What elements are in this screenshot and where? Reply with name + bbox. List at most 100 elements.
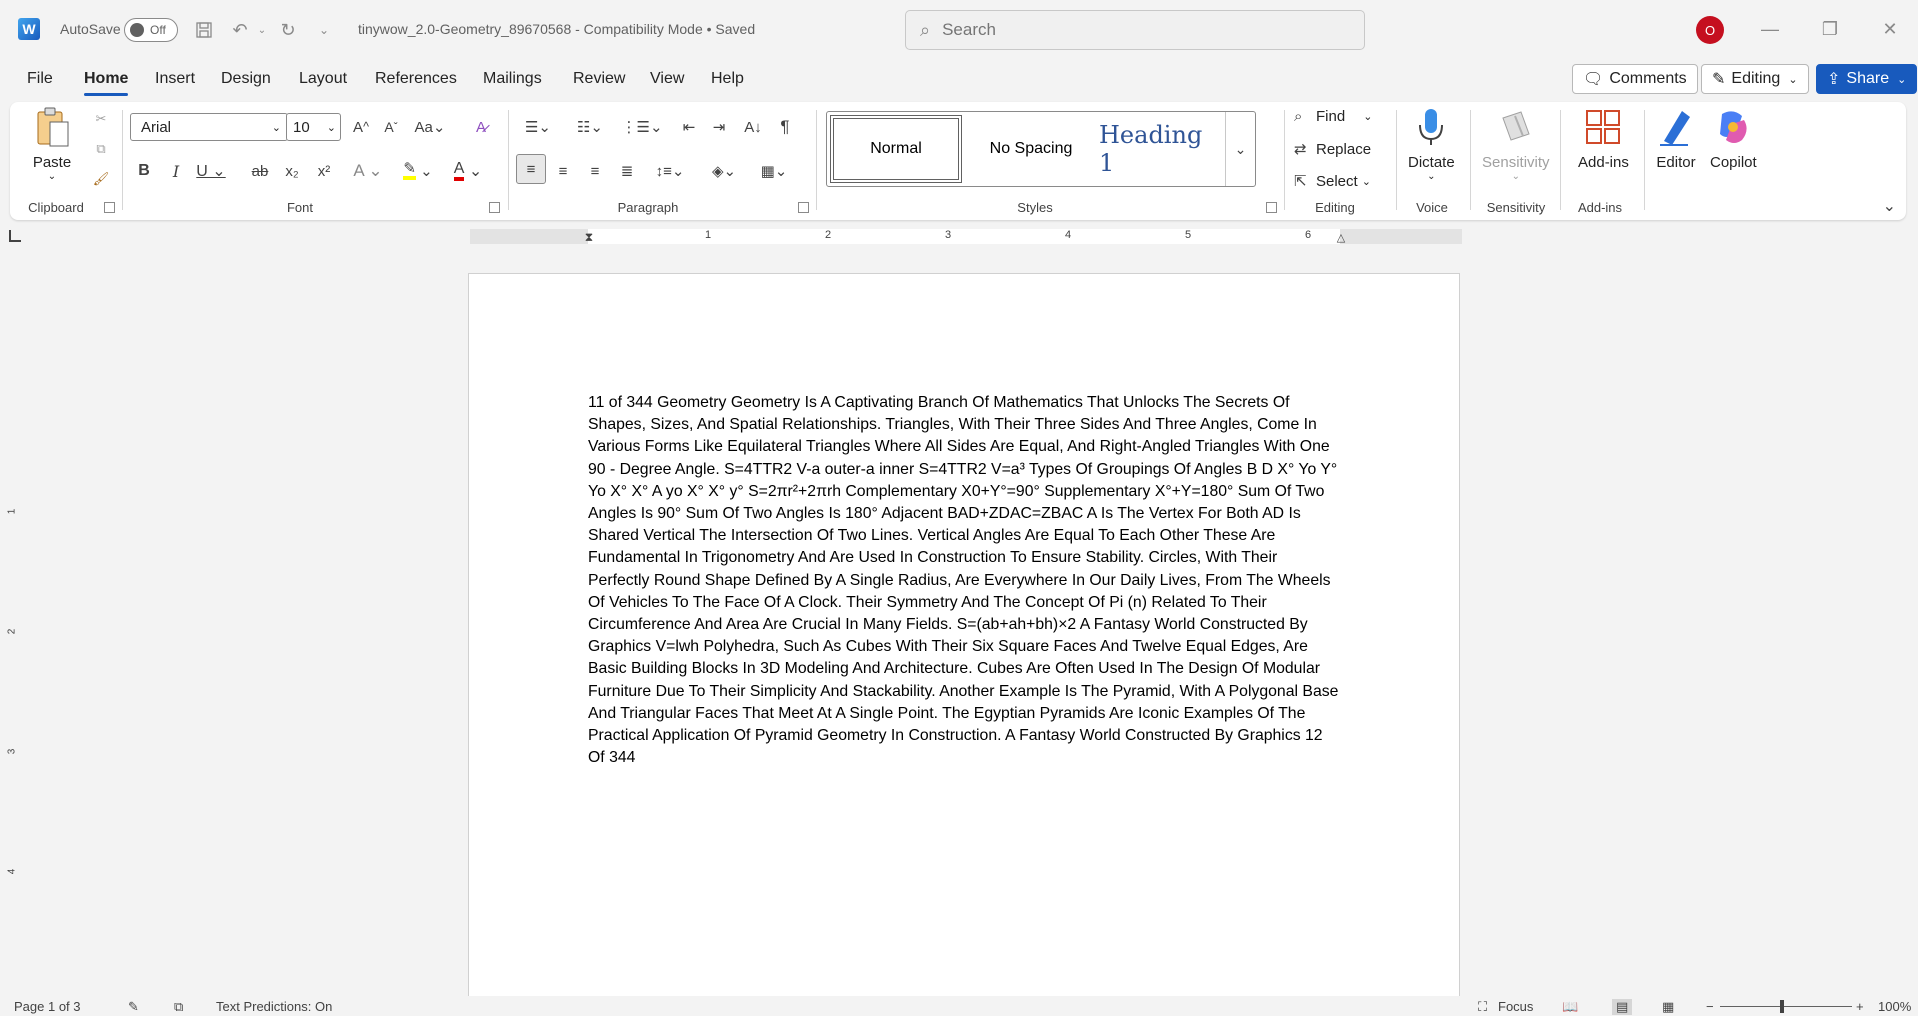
copilot-button[interactable]: Copilot <box>1710 106 1757 171</box>
format-painter-icon[interactable]: 🖌 <box>88 166 114 192</box>
indent-marker-icon[interactable]: ⧗ <box>582 225 596 249</box>
right-indent-marker-icon[interactable]: △ <box>1334 229 1348 245</box>
font-name-dropdown[interactable]: Arial ⌄ <box>130 113 288 141</box>
tab-layout[interactable]: Layout <box>299 70 347 88</box>
change-case-icon[interactable]: Aa⌄ <box>412 114 448 140</box>
superscript-icon[interactable]: x² <box>312 158 336 184</box>
avatar[interactable]: O <box>1696 16 1724 44</box>
line-spacing-icon[interactable]: ↕≡⌄ <box>650 158 690 184</box>
style-heading-1[interactable]: Heading 1 <box>1099 115 1225 183</box>
highlight-color-icon[interactable]: ✎ ⌄ <box>398 158 438 184</box>
word-count-icon[interactable]: ✎ <box>128 999 139 1015</box>
focus-label[interactable]: Focus <box>1498 999 1533 1014</box>
undo-dropdown-icon[interactable]: ⌄ <box>250 18 274 42</box>
bold-icon[interactable]: B <box>132 158 156 184</box>
text-effects-icon[interactable]: A ⌄ <box>350 158 386 184</box>
shading-icon[interactable]: ◈⌄ <box>704 158 744 184</box>
clipboard-launcher-icon[interactable] <box>104 202 115 213</box>
grow-font-icon[interactable]: A ^ <box>348 114 374 140</box>
cut-icon[interactable]: ✂ <box>88 106 114 132</box>
sort-icon[interactable]: A↓ <box>740 114 766 140</box>
shrink-font-icon[interactable]: Aˇ <box>378 114 404 140</box>
find-button[interactable]: ⌕ Find ⌄ <box>1294 108 1372 125</box>
tab-references[interactable]: References <box>375 70 457 88</box>
restore-icon[interactable]: ❐ <box>1810 14 1850 44</box>
search-input[interactable] <box>942 20 1323 40</box>
editing-mode-button[interactable]: ✎ Editing ⌄ <box>1701 64 1809 94</box>
underline-icon[interactable]: U ⌄ <box>196 158 226 184</box>
style-normal[interactable]: Normal <box>830 115 962 183</box>
strikethrough-icon[interactable]: ab <box>248 158 272 184</box>
tab-insert[interactable]: Insert <box>155 70 195 88</box>
zoom-out-icon[interactable]: − <box>1706 999 1714 1014</box>
style-no-spacing[interactable]: No Spacing <box>965 115 1097 183</box>
zoom-slider-thumb[interactable] <box>1780 1000 1784 1013</box>
font-launcher-icon[interactable] <box>489 202 500 213</box>
comments-button[interactable]: 🗨 Comments <box>1572 64 1698 94</box>
multilevel-list-icon[interactable]: ⋮☰⌄ <box>622 114 663 140</box>
redo-icon[interactable]: ↻ <box>276 18 300 42</box>
paste-button[interactable]: Paste ⌄ <box>32 106 72 182</box>
share-button[interactable]: ⇪ Share ⌄ <box>1816 64 1918 94</box>
tab-design[interactable]: Design <box>221 70 271 88</box>
increase-indent-icon[interactable]: ⇥ <box>706 114 732 140</box>
cursor-icon: ⇱ <box>1294 173 1307 190</box>
document-title[interactable]: tinywow_2.0-Geometry_89670568 - Compatib… <box>358 21 755 37</box>
search-box[interactable]: ⌕ <box>905 10 1365 50</box>
borders-icon[interactable]: ▦⌄ <box>754 158 794 184</box>
tab-home[interactable]: Home <box>84 70 129 96</box>
page-count[interactable]: Page 1 of 3 <box>14 999 81 1014</box>
web-layout-icon[interactable]: ▦ <box>1662 999 1674 1015</box>
decrease-indent-icon[interactable]: ⇤ <box>676 114 702 140</box>
tab-file[interactable]: File <box>27 70 53 88</box>
dictate-button[interactable]: Dictate ⌄ <box>1408 106 1455 182</box>
undo-icon[interactable]: ↶ <box>228 18 252 42</box>
addins-button[interactable]: Add-ins <box>1578 106 1629 171</box>
font-color-icon[interactable]: A ⌄ <box>448 158 488 184</box>
tab-view[interactable]: View <box>650 70 684 88</box>
collapse-ribbon-icon[interactable]: ⌄ <box>1883 196 1896 216</box>
editor-button[interactable]: Editor <box>1656 106 1696 171</box>
show-formatting-marks-icon[interactable]: ¶ <box>772 114 798 140</box>
zoom-in-icon[interactable]: + <box>1856 999 1864 1014</box>
bullets-icon[interactable]: ☰⌄ <box>518 114 558 140</box>
read-mode-icon[interactable]: 📖 <box>1562 999 1578 1015</box>
document-body-text[interactable]: 11 of 344 Geometry Geometry Is A Captiva… <box>588 392 1342 769</box>
paragraph-group-label: Paragraph <box>617 200 679 215</box>
align-left-icon[interactable]: ≡ <box>516 154 546 184</box>
italic-icon[interactable]: I <box>164 158 188 184</box>
replace-button[interactable]: ⇄ Replace <box>1294 140 1371 159</box>
copy-icon[interactable]: ⧉ <box>88 136 114 162</box>
styles-launcher-icon[interactable] <box>1266 202 1277 213</box>
close-icon[interactable]: ✕ <box>1870 14 1910 44</box>
font-size-dropdown[interactable]: 10 ⌄ <box>286 113 341 141</box>
text-predictions-status[interactable]: Text Predictions: On <box>216 999 332 1014</box>
minimize-icon[interactable]: — <box>1750 14 1790 44</box>
save-icon[interactable] <box>192 18 216 42</box>
align-right-icon[interactable]: ≡ <box>582 158 608 184</box>
align-center-icon[interactable]: ≡ <box>550 158 576 184</box>
accessibility-icon[interactable]: ⧉ <box>174 999 183 1015</box>
horizontal-ruler[interactable]: 1 2 3 4 5 6 ⧗ △ <box>470 229 1462 244</box>
tab-help[interactable]: Help <box>711 70 744 88</box>
subscript-icon[interactable]: x₂ <box>280 158 304 184</box>
sensitivity-button[interactable]: Sensitivity ⌄ <box>1482 106 1550 182</box>
justify-icon[interactable]: ≣ <box>614 158 640 184</box>
styles-more-icon[interactable]: ⌄ <box>1225 112 1255 186</box>
clear-formatting-icon[interactable]: A̷ <box>468 114 494 140</box>
autosave-toggle[interactable]: Off <box>124 18 178 42</box>
select-button[interactable]: ⇱ Select ⌄ <box>1294 172 1371 191</box>
zoom-level[interactable]: 100% <box>1878 999 1911 1014</box>
ruler-number: 2 <box>824 229 832 241</box>
print-layout-icon[interactable]: ▤ <box>1612 999 1633 1015</box>
tab-review[interactable]: Review <box>573 70 625 88</box>
tab-mailings[interactable]: Mailings <box>483 70 542 88</box>
numbering-icon[interactable]: ☷⌄ <box>570 114 610 140</box>
zoom-slider-track[interactable] <box>1720 1006 1852 1007</box>
tab-selector-icon[interactable] <box>9 230 21 242</box>
document-page[interactable]: 11 of 344 Geometry Geometry Is A Captiva… <box>469 274 1459 1004</box>
customize-toolbar-icon[interactable]: ⌄ <box>312 18 336 42</box>
paragraph-launcher-icon[interactable] <box>798 202 809 213</box>
focus-icon[interactable]: ⛶ <box>1478 999 1487 1015</box>
autosave-state: Off <box>150 23 166 37</box>
